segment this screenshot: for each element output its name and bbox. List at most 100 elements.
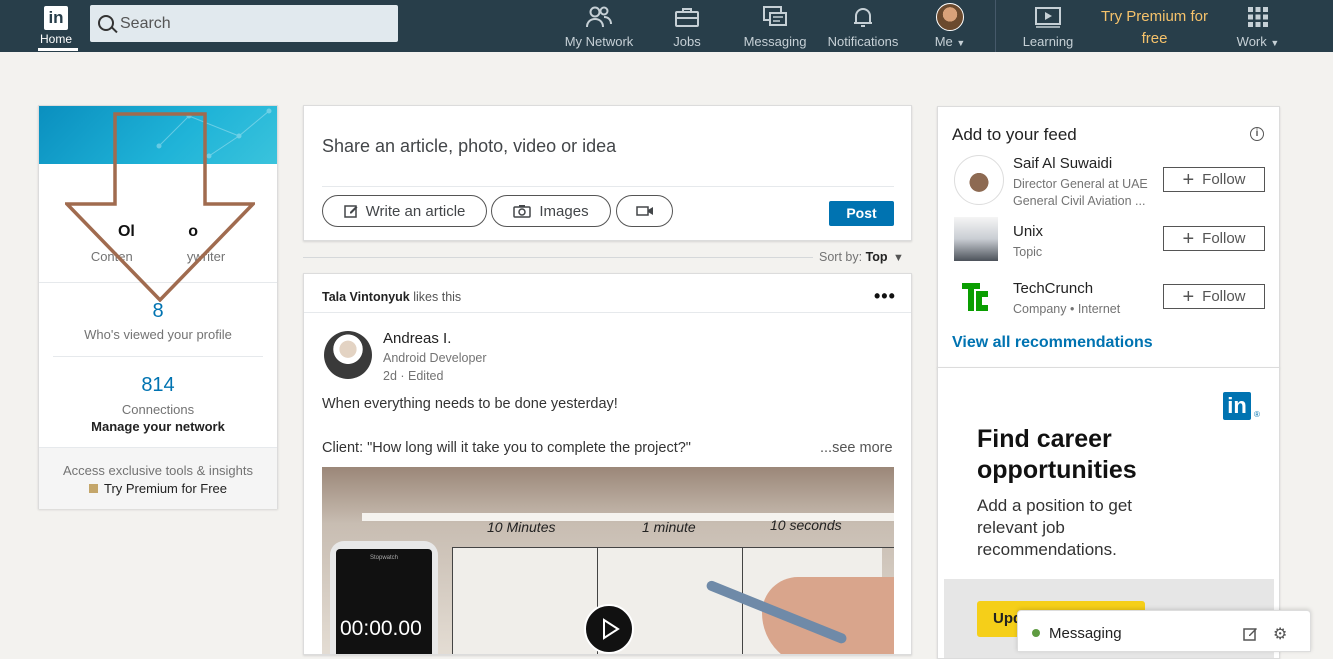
techcrunch-logo[interactable] bbox=[954, 277, 998, 321]
follow-label: Follow bbox=[1202, 171, 1246, 188]
feed-post: Tala Vintonyuk likes this ••• Andreas I.… bbox=[303, 273, 912, 655]
profile-views-count[interactable]: 8 bbox=[39, 300, 277, 323]
nav-me-label: Me bbox=[934, 34, 953, 49]
manage-network-link[interactable]: Manage your network bbox=[39, 419, 277, 434]
compose-icon[interactable] bbox=[1243, 626, 1258, 646]
author-avatar[interactable] bbox=[324, 331, 372, 379]
nav-messaging-label: Messaging bbox=[743, 34, 807, 49]
write-article-button[interactable]: Write an article bbox=[322, 195, 487, 227]
post-button[interactable]: Post bbox=[829, 201, 894, 226]
ad-headline: Find career opportunities bbox=[977, 424, 1137, 486]
messaging-overlay[interactable]: Messaging ⚙ bbox=[1017, 610, 1311, 652]
nav-premium-upsell[interactable]: Try Premium for free bbox=[1092, 6, 1217, 50]
premium-upsell-text: Access exclusive tools & insights bbox=[62, 463, 254, 478]
nav-learning-label: Learning bbox=[1022, 34, 1074, 49]
follow-label: Follow bbox=[1202, 230, 1246, 247]
bell-icon bbox=[823, 4, 903, 30]
video-camera-icon bbox=[635, 206, 653, 216]
video-player[interactable]: 10 Minutes 1 minute 10 seconds Stopwatch… bbox=[322, 467, 894, 654]
recommendation-name[interactable]: Saif Al Suwaidi bbox=[1013, 155, 1112, 172]
profile-card: Ol o Conten ywriter 8 Who's viewed your … bbox=[38, 105, 278, 509]
add-to-feed-title: Add to your feed bbox=[952, 125, 1077, 144]
view-all-recommendations-link[interactable]: View all recommendations bbox=[952, 334, 1153, 352]
nav-jobs[interactable]: Jobs bbox=[660, 4, 714, 49]
sort-value: Top bbox=[865, 250, 888, 264]
recommendation-name[interactable]: TechCrunch bbox=[1013, 280, 1093, 297]
recommendation-name[interactable]: Unix bbox=[1013, 223, 1043, 240]
recommendation-subtitle: Company • Internet bbox=[1013, 302, 1121, 316]
liker-name[interactable]: Tala Vintonyuk bbox=[322, 290, 410, 304]
plus-icon: + bbox=[1182, 168, 1195, 191]
video-label-3: 10 seconds bbox=[770, 517, 842, 533]
nav-home-active-indicator bbox=[38, 48, 78, 51]
ad-body-line1: Add a position to get bbox=[977, 496, 1133, 515]
grid-icon bbox=[1232, 4, 1284, 30]
premium-line1: Try Premium for bbox=[1101, 8, 1208, 25]
nav-divider bbox=[995, 0, 996, 52]
nav-work[interactable]: Work ▼ bbox=[1232, 4, 1284, 49]
recommendation-avatar[interactable] bbox=[954, 155, 1004, 205]
follow-label: Follow bbox=[1202, 288, 1246, 305]
play-icon bbox=[1018, 4, 1078, 30]
social-action: likes this bbox=[409, 290, 462, 304]
add-to-feed-card: Add to your feed i Saif Al Suwaidi Direc… bbox=[937, 106, 1280, 368]
phone-app-label: Stopwatch bbox=[369, 555, 399, 561]
sort-dropdown[interactable]: Sort by: Top ▼ bbox=[819, 250, 904, 264]
ad-headline-line2: opportunities bbox=[977, 456, 1137, 484]
nav-learning[interactable]: Learning bbox=[1018, 4, 1078, 49]
caret-down-icon: ▼ bbox=[956, 38, 966, 48]
follow-button[interactable]: + Follow bbox=[1163, 226, 1265, 251]
info-icon[interactable]: i bbox=[1250, 127, 1264, 141]
plus-icon: + bbox=[1182, 285, 1195, 308]
down-arrow-annotation bbox=[65, 112, 255, 302]
linkedin-logo[interactable]: in bbox=[44, 6, 68, 30]
follow-button[interactable]: + Follow bbox=[1163, 284, 1265, 309]
linkedin-ad-logo: in bbox=[1223, 392, 1251, 420]
nav-messaging[interactable]: Messaging bbox=[740, 4, 810, 49]
play-icon bbox=[603, 618, 620, 640]
share-prompt[interactable]: Share an article, photo, video or idea bbox=[322, 136, 616, 157]
more-options-icon[interactable]: ••• bbox=[874, 286, 896, 307]
images-label: Images bbox=[539, 202, 589, 220]
recommendation-logo[interactable] bbox=[954, 217, 998, 261]
premium-upsell-section[interactable]: Access exclusive tools & insights Try Pr… bbox=[39, 447, 277, 509]
video-button[interactable] bbox=[616, 195, 673, 227]
ad-body: Add a position to get relevant job recom… bbox=[977, 495, 1132, 561]
images-button[interactable]: Images bbox=[491, 195, 611, 227]
nav-my-network[interactable]: My Network bbox=[560, 4, 638, 49]
global-nav: in Home Search My Network Jobs Messaging… bbox=[0, 0, 1333, 52]
search-input[interactable]: Search bbox=[90, 5, 398, 42]
avatar bbox=[936, 3, 964, 31]
search-icon bbox=[98, 15, 114, 31]
premium-badge-icon bbox=[88, 484, 98, 493]
nav-notifications[interactable]: Notifications bbox=[823, 4, 903, 49]
divider bbox=[53, 356, 263, 357]
ad-headline-line1: Find career bbox=[977, 425, 1112, 453]
settings-gear-icon[interactable]: ⚙ bbox=[1273, 624, 1287, 644]
post-text-line1: When everything needs to be done yesterd… bbox=[322, 396, 618, 412]
search-placeholder: Search bbox=[120, 15, 171, 32]
profile-views-label[interactable]: Who's viewed your profile bbox=[39, 327, 277, 342]
try-premium-link[interactable]: Try Premium for Free bbox=[104, 481, 227, 496]
nav-home-label[interactable]: Home bbox=[40, 32, 72, 46]
video-label-1: 10 Minutes bbox=[487, 519, 556, 535]
connections-count[interactable]: 814 bbox=[39, 374, 277, 397]
author-name[interactable]: Andreas I. bbox=[383, 330, 451, 347]
messaging-icon bbox=[740, 4, 810, 30]
post-text-line2: Client: "How long will it take you to co… bbox=[322, 440, 691, 456]
video-label-2: 1 minute bbox=[642, 519, 696, 535]
nav-my-network-label: My Network bbox=[564, 34, 634, 49]
share-box: Share an article, photo, video or idea W… bbox=[303, 105, 912, 241]
camera-icon bbox=[513, 205, 532, 218]
nav-work-label: Work bbox=[1236, 34, 1267, 49]
divider bbox=[304, 312, 911, 313]
play-button[interactable] bbox=[584, 604, 634, 654]
follow-button[interactable]: + Follow bbox=[1163, 167, 1265, 192]
see-more-link[interactable]: ...see more bbox=[820, 440, 893, 456]
phone-image: Stopwatch 00:00.00 bbox=[330, 541, 438, 654]
recommendation-subtitle: Topic bbox=[1013, 245, 1043, 259]
post-timestamp: 2d · Edited bbox=[383, 369, 444, 383]
nav-me[interactable]: Me ▼ bbox=[928, 3, 972, 49]
sort-divider bbox=[303, 257, 813, 258]
connections-label[interactable]: Connections bbox=[39, 402, 277, 417]
